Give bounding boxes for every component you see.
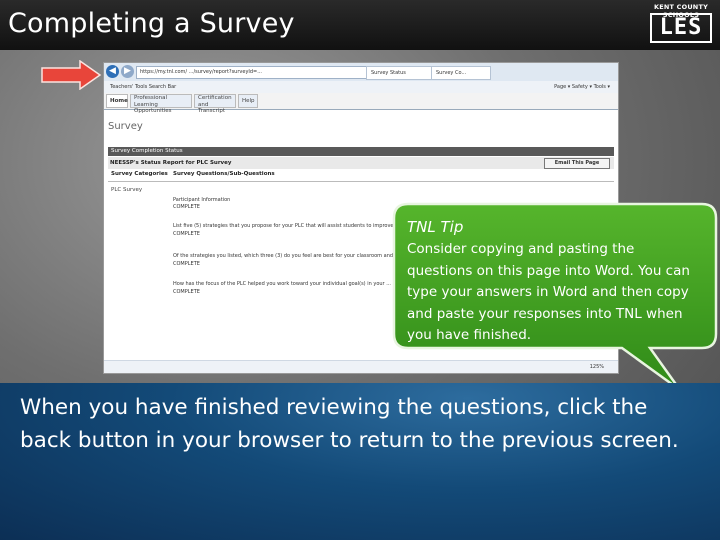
red-pointer-arrow-icon xyxy=(41,60,102,90)
browser-tab-1[interactable]: Survey Status xyxy=(366,66,434,80)
school-logo: KENT COUNTY SCHOOLS LES xyxy=(648,3,714,45)
report-title: NEESSP's Status Report for PLC Survey xyxy=(110,160,232,166)
favorites-links[interactable]: Teachers' Tools Search Bar xyxy=(110,84,176,90)
report-title-row: NEESSP's Status Report for PLC Survey Em… xyxy=(108,157,614,169)
slide-title: Completing a Survey xyxy=(8,8,295,39)
browser-toolbar-menus[interactable]: Page ▾ Safety ▾ Tools ▾ xyxy=(554,81,610,93)
question-status: COMPLETE xyxy=(173,289,200,295)
question-text: List five (5) strategies that you propos… xyxy=(173,223,400,229)
question-text: How has the focus of the PLC helped you … xyxy=(173,281,391,287)
address-bar[interactable]: https://my.tnl.com/ .../survey/report?su… xyxy=(136,66,367,79)
header-divider xyxy=(108,181,614,182)
question-status: COMPLETE xyxy=(173,204,200,210)
email-page-button[interactable]: Email This Page xyxy=(544,158,610,169)
tab-help[interactable]: Help xyxy=(238,94,258,108)
title-bar: Completing a Survey KENT COUNTY SCHOOLS … xyxy=(0,0,720,50)
back-arrow-icon[interactable]: ◀ xyxy=(106,65,119,78)
tip-title: TNL Tip xyxy=(407,218,464,236)
instruction-text: When you have finished reviewing the que… xyxy=(20,395,679,453)
survey-category: PLC Survey xyxy=(111,187,143,193)
tab-professional-learning[interactable]: Professional Learning Opportunities xyxy=(130,94,192,114)
tab-home[interactable]: Home xyxy=(106,94,128,108)
tab-certification[interactable]: Certification and Transcript xyxy=(194,94,236,114)
column-header-questions: Survey Questions/Sub-Questions xyxy=(173,171,275,177)
status-section-header: Survey Completion Status xyxy=(108,147,614,156)
question-text: Of the strategies you listed, which thre… xyxy=(173,253,418,259)
browser-tab-2[interactable]: Survey Co... xyxy=(431,66,491,80)
question-text: Participant Information xyxy=(173,197,231,203)
app-tab-bar: Home Professional Learning Opportunities… xyxy=(104,93,618,114)
forward-arrow-icon[interactable]: ▶ xyxy=(121,65,134,78)
question-status: COMPLETE xyxy=(173,261,200,267)
page-heading: Survey xyxy=(108,121,143,132)
logo-letters: LES xyxy=(650,13,712,43)
column-header-categories: Survey Categories xyxy=(111,171,168,177)
question-status: COMPLETE xyxy=(173,231,200,237)
tip-body: Consider copying and pasting the questio… xyxy=(407,241,690,343)
browser-address-row: ◀ ▶ https://my.tnl.com/ .../survey/repor… xyxy=(104,63,618,82)
